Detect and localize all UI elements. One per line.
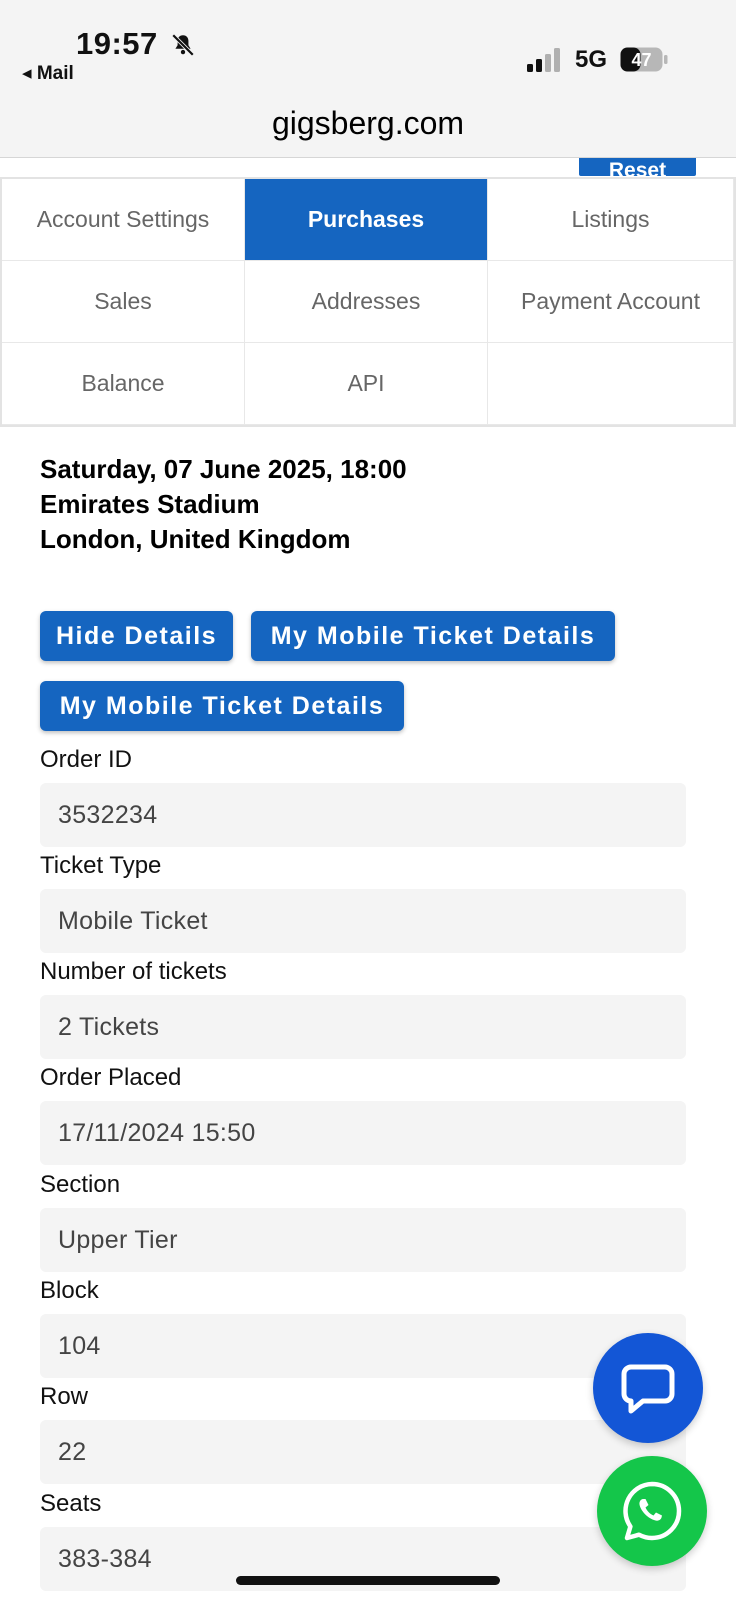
bell-muted-icon (171, 33, 195, 57)
battery-level: 47 (631, 50, 651, 70)
ticket-count-field: 2 Tickets (40, 995, 686, 1059)
tab-addresses[interactable]: Addresses (245, 261, 488, 343)
battery-icon: 47 (620, 47, 668, 72)
tab-api[interactable]: API (245, 343, 488, 425)
hide-details-button[interactable]: Hide Details (40, 611, 233, 661)
ticket-count-label: Number of tickets (40, 958, 227, 985)
event-venue: Emirates Stadium (40, 489, 260, 519)
tab-purchases[interactable]: Purchases (245, 179, 488, 261)
live-chat-button[interactable] (593, 1333, 703, 1443)
block-label: Block (40, 1277, 99, 1304)
chat-bubble-icon (621, 1364, 675, 1414)
tab-payment-account[interactable]: Payment Account (488, 261, 734, 343)
row-field: 22 (40, 1420, 686, 1484)
tab-balance[interactable]: Balance (2, 343, 245, 425)
cellular-signal-icon (527, 48, 560, 72)
reset-button[interactable]: Reset (579, 158, 696, 176)
status-time: 19:57 (76, 26, 158, 61)
section-label: Section (40, 1171, 121, 1198)
network-type: 5G (575, 46, 608, 73)
row-label: Row (40, 1383, 89, 1410)
mobile-ticket-details-button-2[interactable]: My Mobile Ticket Details (40, 681, 404, 731)
mobile-ticket-details-button[interactable]: My Mobile Ticket Details (251, 611, 615, 661)
tab-sales[interactable]: Sales (2, 261, 245, 343)
whatsapp-icon (623, 1481, 682, 1541)
order-placed-label: Order Placed (40, 1064, 182, 1091)
tab-listings[interactable]: Listings (488, 179, 734, 261)
block-field: 104 (40, 1314, 686, 1378)
home-indicator (236, 1576, 500, 1585)
tab-account-settings[interactable]: Account Settings (2, 179, 245, 261)
section-field: Upper Tier (40, 1208, 686, 1272)
back-to-mail-link[interactable]: ◂ Mail (22, 62, 74, 85)
account-tabs: Account Settings Purchases Listings Sale… (0, 177, 736, 427)
order-placed-field: 17/11/2024 15:50 (40, 1101, 686, 1165)
event-info: Saturday, 07 June 2025, 18:00 Emirates S… (40, 452, 407, 557)
seats-label: Seats (40, 1490, 102, 1517)
order-id-label: Order ID (40, 746, 133, 773)
tab-empty-cell (488, 343, 734, 425)
browser-top-bar: 19:57 ◂ Mail 5G 47 gigsberg.com (0, 0, 736, 158)
address-bar-url[interactable]: gigsberg.com (0, 105, 736, 142)
ticket-type-field: Mobile Ticket (40, 889, 686, 953)
whatsapp-button[interactable] (597, 1456, 707, 1566)
order-id-field: 3532234 (40, 783, 686, 847)
ticket-type-label: Ticket Type (40, 852, 162, 879)
event-location: London, United Kingdom (40, 524, 351, 554)
event-datetime: Saturday, 07 June 2025, 18:00 (40, 454, 407, 484)
